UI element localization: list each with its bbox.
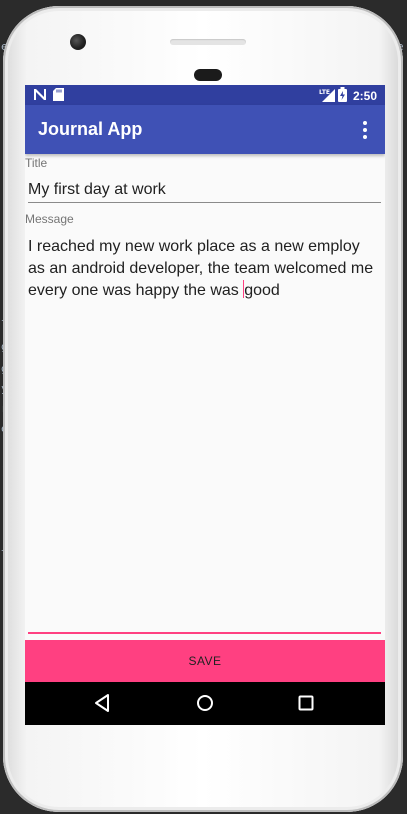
status-notifications [33, 88, 64, 106]
earpiece-speaker [170, 39, 246, 45]
navigation-bar [25, 682, 385, 725]
sd-card-icon [53, 88, 64, 106]
app-title: Journal App [38, 119, 143, 139]
recents-button[interactable] [294, 691, 318, 715]
title-field-label: Title [25, 156, 48, 170]
title-input[interactable]: My first day at work [28, 179, 166, 201]
overflow-menu-button[interactable] [357, 119, 373, 141]
home-button[interactable] [193, 691, 217, 715]
back-icon [95, 694, 109, 712]
save-button[interactable]: SAVE [25, 640, 385, 682]
status-bar: LTE 2:50 [25, 85, 385, 105]
battery-charging-icon [337, 87, 347, 105]
home-icon [197, 695, 213, 711]
message-input-underline [28, 632, 381, 634]
more-vert-icon [363, 121, 367, 139]
status-system: LTE 2:50 [319, 87, 377, 105]
proximity-sensor [194, 69, 222, 81]
back-button[interactable] [91, 691, 115, 715]
device-screen: LTE 2:50 Journal App Title My first day … [25, 85, 385, 725]
svg-text:LTE: LTE [319, 89, 330, 96]
status-time: 2:50 [352, 89, 377, 103]
lte-signal-icon: LTE [319, 88, 335, 105]
message-text-after-cursor: good [244, 282, 280, 299]
title-input-underline [28, 202, 381, 203]
front-camera [70, 34, 86, 50]
message-text-before-cursor: I reached my new work place as a new emp… [28, 238, 374, 299]
app-toolbar: Journal App [25, 105, 385, 154]
recents-icon [298, 695, 314, 711]
message-field-label: Message [25, 212, 74, 226]
message-input[interactable]: I reached my new work place as a new emp… [28, 236, 378, 302]
n-icon [33, 88, 47, 106]
